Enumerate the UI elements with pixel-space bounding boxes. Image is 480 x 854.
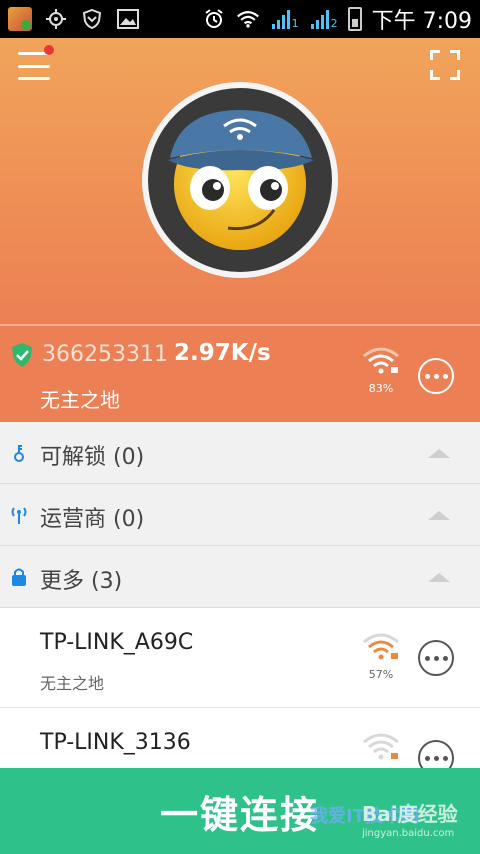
image-icon bbox=[116, 7, 140, 31]
lock-icon bbox=[12, 568, 26, 586]
signal-sim2-icon: 2 bbox=[309, 8, 338, 30]
connection-id: 366253311 bbox=[42, 342, 168, 367]
section-unlockable[interactable]: 可解锁 (0) bbox=[0, 422, 480, 484]
wifi-locked-icon bbox=[363, 733, 399, 760]
notification-dot bbox=[44, 45, 54, 55]
secure-shield-icon bbox=[12, 343, 32, 367]
mascot-avatar[interactable] bbox=[140, 80, 340, 280]
connection-name: 无主之地 bbox=[40, 388, 120, 412]
gps-icon bbox=[44, 7, 68, 31]
scan-icon[interactable] bbox=[430, 50, 460, 80]
network-ssid: TP-LINK_A69C bbox=[40, 630, 194, 655]
shield-status-icon bbox=[80, 7, 104, 31]
current-connection-panel[interactable]: 366253311 2.97K/s 无主之地 83% bbox=[0, 324, 480, 422]
section-carrier[interactable]: 运营商 (0) bbox=[0, 484, 480, 546]
key-icon bbox=[14, 445, 24, 462]
section-label: 更多 (3) bbox=[40, 569, 123, 594]
connect-button-label: 一键连接 bbox=[159, 792, 320, 837]
connection-more-button[interactable] bbox=[418, 358, 454, 394]
network-subtitle: 无主之地 bbox=[40, 674, 105, 693]
watermark-site: jingyan.baidu.com bbox=[362, 828, 455, 839]
collapse-arrow-icon[interactable] bbox=[428, 449, 450, 458]
collapse-arrow-icon[interactable] bbox=[428, 573, 450, 582]
watermark-logo-text: Bai度经验 bbox=[362, 802, 458, 826]
sim1-label: 1 bbox=[291, 17, 299, 30]
app-notification-icon bbox=[8, 7, 32, 31]
collapse-arrow-icon[interactable] bbox=[428, 511, 450, 520]
section-label: 运营商 (0) bbox=[40, 507, 145, 532]
wifi-status-icon bbox=[236, 7, 260, 31]
wifi-signal-icon bbox=[363, 347, 399, 374]
watermark: 我爱IT技术网 Bai度经验 jingyan.baidu.com bbox=[300, 788, 470, 848]
network-more-button[interactable] bbox=[418, 640, 454, 676]
section-more[interactable]: 更多 (3) bbox=[0, 546, 480, 608]
signal-percent: 83% bbox=[368, 382, 394, 395]
signal-percent: 57% bbox=[368, 668, 394, 681]
signal-sim1-icon: 1 bbox=[270, 8, 299, 30]
network-row[interactable]: TP-LINK_A69C 无主之地 57% bbox=[0, 608, 480, 708]
antenna-icon bbox=[11, 507, 27, 524]
clock: 下午 7:09 bbox=[371, 9, 472, 34]
alarm-icon bbox=[202, 7, 226, 31]
menu-icon[interactable] bbox=[18, 52, 50, 80]
connection-speed: 2.97K/s bbox=[174, 340, 271, 366]
sim2-label: 2 bbox=[330, 17, 338, 30]
wifi-locked-icon bbox=[363, 633, 399, 660]
status-bar: 1 2 下午 7:09 bbox=[0, 0, 480, 38]
battery-icon bbox=[347, 7, 362, 31]
hero-header bbox=[0, 38, 480, 324]
section-label: 可解锁 (0) bbox=[40, 445, 145, 470]
network-ssid: TP-LINK_3136 bbox=[40, 730, 191, 755]
